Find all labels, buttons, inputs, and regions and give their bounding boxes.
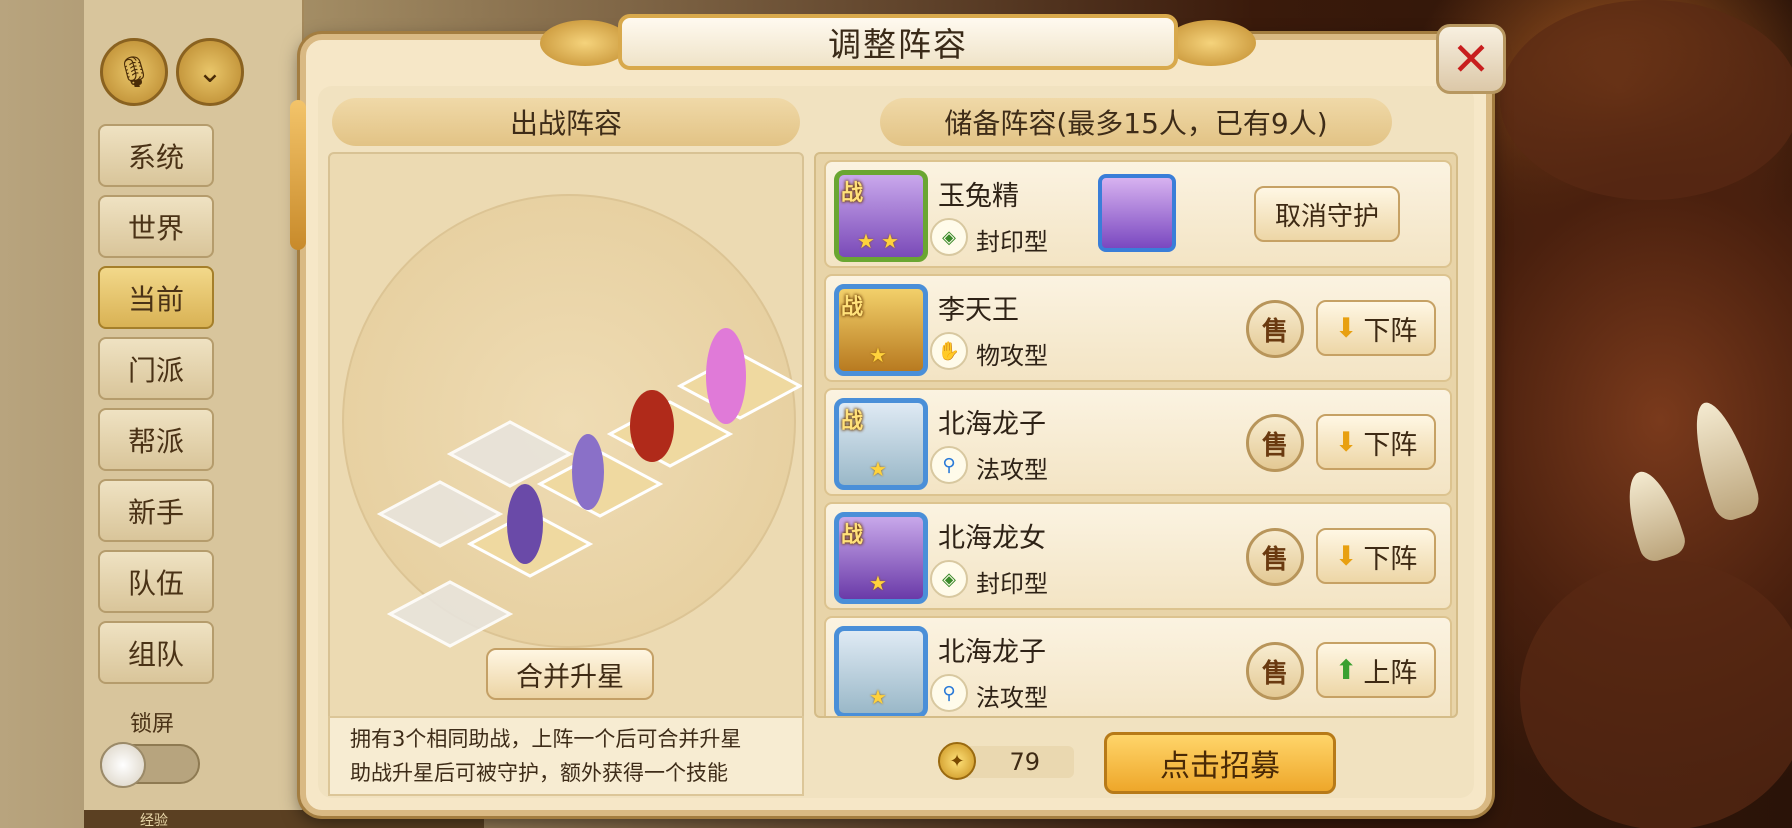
chevron-down-icon: ⌄ xyxy=(197,54,223,90)
battle-badge: 战 xyxy=(841,295,864,320)
title-ornament-left xyxy=(540,20,630,66)
merge-hint: 拥有3个相同助战，上阵一个后可合并升星 助战升星后可被守护，额外获得一个技能 xyxy=(328,716,804,796)
arrow-down-icon: ⬇ xyxy=(1334,426,1358,458)
hero-type: 封印型 xyxy=(976,228,1048,256)
star-icon: ★ xyxy=(869,343,887,367)
hero-name: 北海龙女 xyxy=(938,523,1046,554)
close-button[interactable]: ✕ xyxy=(1436,24,1506,94)
toggle-knob xyxy=(100,742,146,788)
unequip-button[interactable]: ⬇ 下阵 xyxy=(1316,414,1436,470)
merge-star-button[interactable]: 合并升星 xyxy=(486,648,654,700)
collapse-button[interactable]: ⌄ xyxy=(176,38,244,106)
seal-type-icon: ◈ xyxy=(930,218,968,256)
unequip-button[interactable]: ⬇ 下阵 xyxy=(1316,300,1436,356)
magic-type-icon: ⚲ xyxy=(930,446,968,484)
channel-tab-world[interactable]: 世界 xyxy=(98,195,214,258)
hero-figure xyxy=(706,328,746,424)
hero-name: 北海龙子 xyxy=(938,409,1046,440)
coin-icon: ✦ xyxy=(938,742,976,780)
voice-button[interactable]: 🎙 xyxy=(100,38,168,106)
hero-type: 法攻型 xyxy=(976,684,1048,712)
hero-avatar[interactable]: 战 ★ xyxy=(834,512,928,604)
hero-figure xyxy=(630,390,674,462)
hero-type: 物攻型 xyxy=(976,342,1048,370)
sell-button[interactable]: 售 xyxy=(1246,528,1304,586)
microphone-icon: 🎙 xyxy=(114,54,154,90)
arrow-down-icon: ⬇ xyxy=(1334,312,1358,344)
hero-figure xyxy=(572,434,604,510)
lock-screen-toggle[interactable] xyxy=(100,742,200,788)
exp-label: 经验 xyxy=(140,813,168,828)
formation-grid xyxy=(376,328,802,648)
arrow-up-icon: ⬆ xyxy=(1334,654,1358,686)
battle-badge: 战 xyxy=(841,181,864,206)
hero-name: 玉兔精 xyxy=(938,181,1019,212)
roster-row: 战 ★ 北海龙女 ◈ 封印型 售 ⬇ 下阵 xyxy=(824,502,1452,610)
hero-name: 北海龙子 xyxy=(938,637,1046,668)
hero-type: 法攻型 xyxy=(976,456,1048,484)
reserve-lineup-header: 储备阵容(最多15人，已有9人) xyxy=(880,98,1392,146)
channel-tab-guild[interactable]: 帮派 xyxy=(98,408,214,471)
hint-line-2: 助战升星后可被守护，额外获得一个技能 xyxy=(350,761,728,785)
star-icon: ★ xyxy=(869,571,887,595)
channel-list: 系统 世界 当前 门派 帮派 新手 队伍 组队 xyxy=(98,124,214,684)
deploy-button[interactable]: ⬆ 上阵 xyxy=(1316,642,1436,698)
guardian-avatar[interactable] xyxy=(1098,174,1176,252)
formation-slot xyxy=(386,580,514,648)
seal-type-icon: ◈ xyxy=(930,560,968,598)
battle-badge: 战 xyxy=(841,409,864,434)
close-icon: ✕ xyxy=(1451,32,1491,86)
hero-avatar[interactable]: 战 ★ xyxy=(834,398,928,490)
channel-tab-group[interactable]: 组队 xyxy=(98,621,214,684)
star-icon: ★ xyxy=(881,229,899,253)
star-icon: ★ xyxy=(869,457,887,481)
channel-tab-system[interactable]: 系统 xyxy=(98,124,214,187)
magic-type-icon: ⚲ xyxy=(930,674,968,712)
hint-line-1: 拥有3个相同助战，上阵一个后可合并升星 xyxy=(350,727,742,751)
channel-tab-current[interactable]: 当前 xyxy=(98,266,214,329)
hero-figure xyxy=(507,484,543,564)
roster-row: 战 ★ 李天王 ✋ 物攻型 售 ⬇ 下阵 xyxy=(824,274,1452,382)
hero-avatar[interactable]: 战 ★ xyxy=(834,284,928,376)
dialog-title: 调整阵容 xyxy=(618,14,1178,70)
battle-badge: 战 xyxy=(841,523,864,548)
cancel-guard-button[interactable]: 取消守护 xyxy=(1254,186,1400,242)
star-icon: ★ xyxy=(869,685,887,709)
star-icon: ★ xyxy=(857,229,875,253)
cave-rock xyxy=(1520,560,1792,828)
channel-tab-sect[interactable]: 门派 xyxy=(98,337,214,400)
roster-row: 战 ★ ★ 玉兔精 ◈ 封印型 取消守护 xyxy=(824,160,1452,268)
sell-button[interactable]: 售 xyxy=(1246,642,1304,700)
tassel-ornament xyxy=(290,100,306,250)
formation-board xyxy=(328,152,804,722)
chat-toolbar: 🎙 ⌄ xyxy=(100,38,244,106)
sell-button[interactable]: 售 xyxy=(1246,414,1304,472)
hero-name: 李天王 xyxy=(938,295,1019,326)
hero-avatar[interactable]: 战 ★ ★ xyxy=(834,170,928,262)
arrow-down-icon: ⬇ xyxy=(1334,540,1358,572)
reserve-list: 战 ★ ★ 玉兔精 ◈ 封印型 取消守护 战 ★ 李天王 ✋ 物攻型 售 ⬇ 下阵… xyxy=(814,152,1458,718)
roster-row: ★ 北海龙子 ⚲ 法攻型 售 ⬆ 上阵 xyxy=(824,616,1452,716)
recruit-button[interactable]: 点击招募 xyxy=(1104,732,1336,794)
hero-type: 封印型 xyxy=(976,570,1048,598)
roster-row: 战 ★ 北海龙子 ⚲ 法攻型 售 ⬇ 下阵 xyxy=(824,388,1452,496)
channel-tab-team[interactable]: 队伍 xyxy=(98,550,214,613)
unequip-button[interactable]: ⬇ 下阵 xyxy=(1316,528,1436,584)
sell-button[interactable]: 售 xyxy=(1246,300,1304,358)
lock-screen-label: 锁屏 xyxy=(130,712,175,737)
hero-avatar[interactable]: ★ xyxy=(834,626,928,716)
channel-tab-newbie[interactable]: 新手 xyxy=(98,479,214,542)
cave-rock xyxy=(1500,0,1792,200)
title-ornament-right xyxy=(1166,20,1256,66)
battle-lineup-header: 出战阵容 xyxy=(332,98,800,146)
physical-type-icon: ✋ xyxy=(930,332,968,370)
